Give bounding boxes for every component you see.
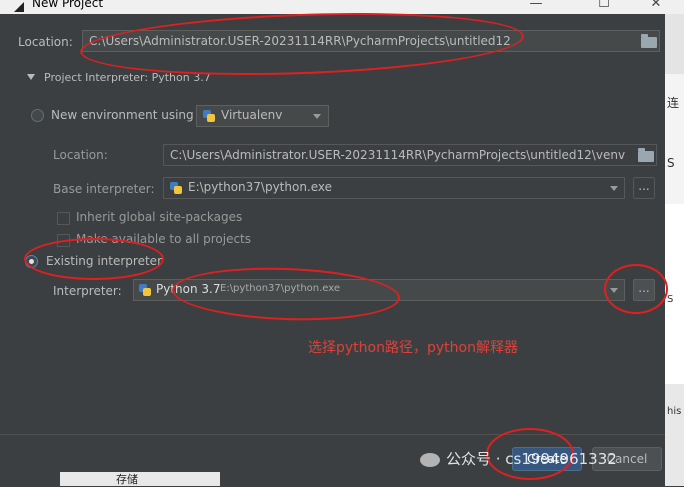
- close-button[interactable]: ✕: [636, 0, 676, 14]
- expand-triangle-icon[interactable]: [27, 74, 35, 80]
- python-icon: [170, 182, 182, 194]
- base-interpreter-select[interactable]: E:\python37\python.exe: [163, 177, 625, 199]
- env-tool-select[interactable]: Virtualenv: [196, 105, 329, 127]
- chevron-down-icon: [313, 114, 321, 119]
- background-window-bottom: 存储: [60, 472, 220, 486]
- location-label: Location:: [18, 35, 73, 49]
- venv-location-input[interactable]: C:\Users\Administrator.USER-20231114RR\P…: [163, 144, 657, 166]
- inherit-checkbox[interactable]: [57, 212, 70, 225]
- window-title: New Project: [32, 0, 104, 10]
- new-env-radio[interactable]: [31, 109, 44, 122]
- venv-location-value: C:\Users\Administrator.USER-20231114RR\P…: [170, 148, 626, 162]
- python-icon: [139, 284, 151, 296]
- watermark-text: 公众号 · cs1994961332: [446, 450, 617, 468]
- bg-char: S: [667, 156, 675, 170]
- bg-char: S: [667, 294, 674, 305]
- bg-bottom-text: 存储: [116, 473, 138, 486]
- wechat-icon: [420, 452, 440, 467]
- bg-char: his: [667, 406, 682, 417]
- folder-icon[interactable]: [641, 34, 657, 48]
- watermark: 公众号 · cs1994961332: [420, 448, 617, 469]
- base-browse-button[interactable]: ...: [633, 177, 655, 199]
- venv-location-label: Location:: [53, 148, 108, 162]
- chevron-down-icon: [610, 186, 618, 191]
- inherit-label: Inherit global site-packages: [76, 210, 243, 224]
- base-interpreter-value: E:\python37\python.exe: [188, 180, 333, 194]
- annotation-text: 选择python路径，python解释器: [308, 340, 518, 356]
- annotation-ellipse: [604, 264, 668, 314]
- interpreter-label: Interpreter:: [53, 284, 122, 298]
- env-tool-value: Virtualenv: [221, 108, 283, 122]
- folder-icon[interactable]: [638, 148, 654, 162]
- title-bar: New Project — ☐ ✕: [0, 0, 684, 14]
- annotation-ellipse: [24, 238, 164, 280]
- app-icon: [14, 2, 24, 12]
- python-icon: [203, 110, 215, 122]
- background-window: 连 S S his: [665, 14, 684, 486]
- minimize-button[interactable]: —: [516, 0, 556, 14]
- bg-char: 连: [667, 96, 680, 110]
- base-interpreter-label: Base interpreter:: [53, 182, 155, 196]
- new-env-label[interactable]: New environment using: [51, 108, 194, 122]
- maximize-button[interactable]: ☐: [584, 0, 624, 14]
